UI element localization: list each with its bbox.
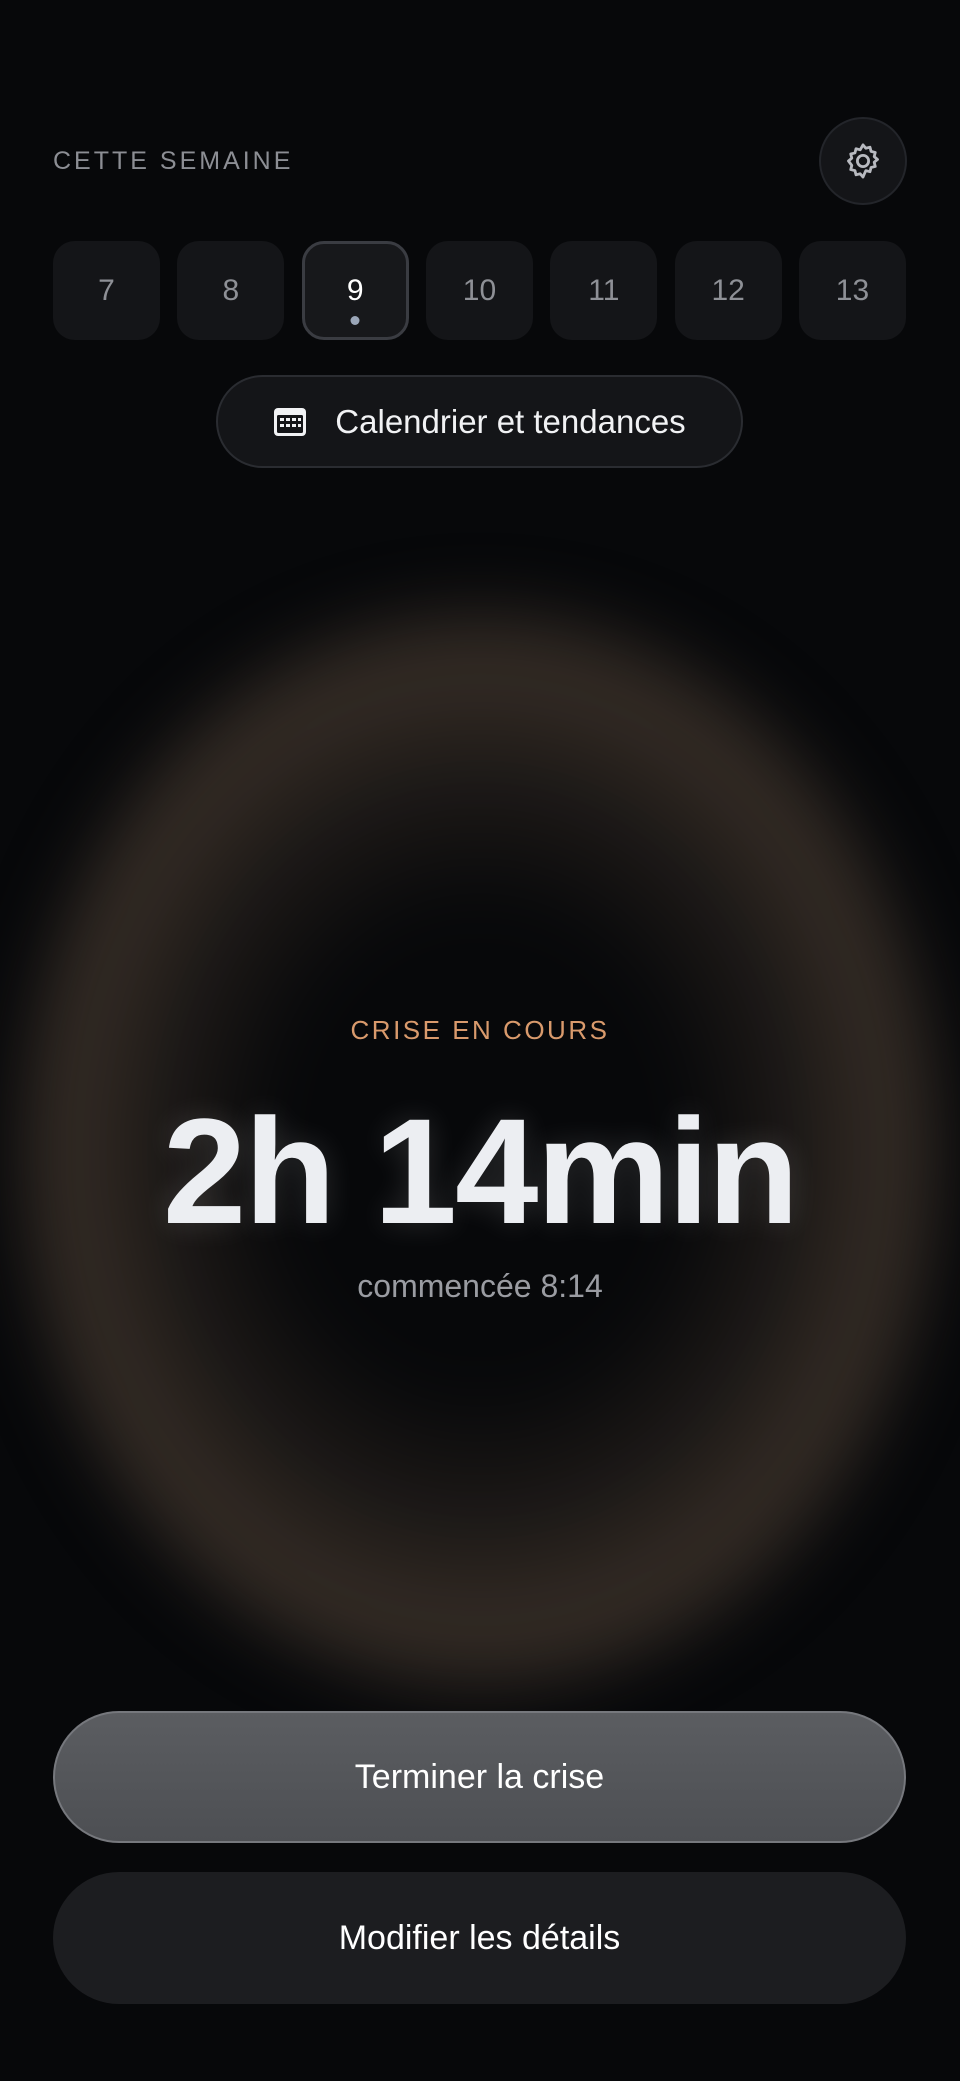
day-label: 8 bbox=[222, 273, 240, 307]
edit-details-button[interactable]: Modifier les détails bbox=[53, 1872, 906, 2004]
day-label: 7 bbox=[98, 273, 115, 307]
day-label: 10 bbox=[462, 273, 497, 307]
episode-start-time: commencée 8:14 bbox=[357, 1268, 603, 1304]
episode-duration: 2h 14min bbox=[162, 1087, 799, 1255]
week-label: CETTE SEMAINE bbox=[53, 147, 294, 175]
gear-icon bbox=[847, 143, 879, 179]
week-day-strip: 7 8 9 10 11 12 13 bbox=[53, 241, 906, 340]
day-label: 11 bbox=[588, 273, 620, 307]
calendar-icon bbox=[274, 407, 307, 436]
day-label: 13 bbox=[835, 273, 870, 307]
day-7[interactable]: 7 bbox=[53, 241, 160, 340]
day-11[interactable]: 11 bbox=[550, 241, 658, 340]
day-label: 12 bbox=[711, 273, 745, 307]
episode-status: CRISE EN COURS bbox=[350, 1015, 610, 1045]
day-10[interactable]: 10 bbox=[425, 241, 533, 340]
day-9-selected[interactable]: 9 bbox=[301, 241, 409, 340]
end-episode-button[interactable]: Terminer la crise bbox=[53, 1711, 906, 1843]
event-dot bbox=[350, 316, 360, 325]
screen: CETTE SEMAINE 7 8 9 10 11 12 13 Calendri… bbox=[0, 0, 960, 2081]
end-episode-label: Terminer la crise bbox=[354, 1757, 605, 1796]
day-8[interactable]: 8 bbox=[177, 241, 285, 340]
edit-details-label: Modifier les détails bbox=[338, 1918, 621, 1957]
calendar-trends-button[interactable]: Calendrier et tendances bbox=[216, 375, 743, 468]
settings-button[interactable] bbox=[819, 117, 907, 205]
day-13[interactable]: 13 bbox=[798, 241, 906, 340]
day-label: 9 bbox=[346, 273, 364, 307]
header: CETTE SEMAINE bbox=[53, 117, 907, 205]
day-12[interactable]: 12 bbox=[674, 241, 782, 340]
calendar-trends-label: Calendrier et tendances bbox=[335, 402, 686, 440]
